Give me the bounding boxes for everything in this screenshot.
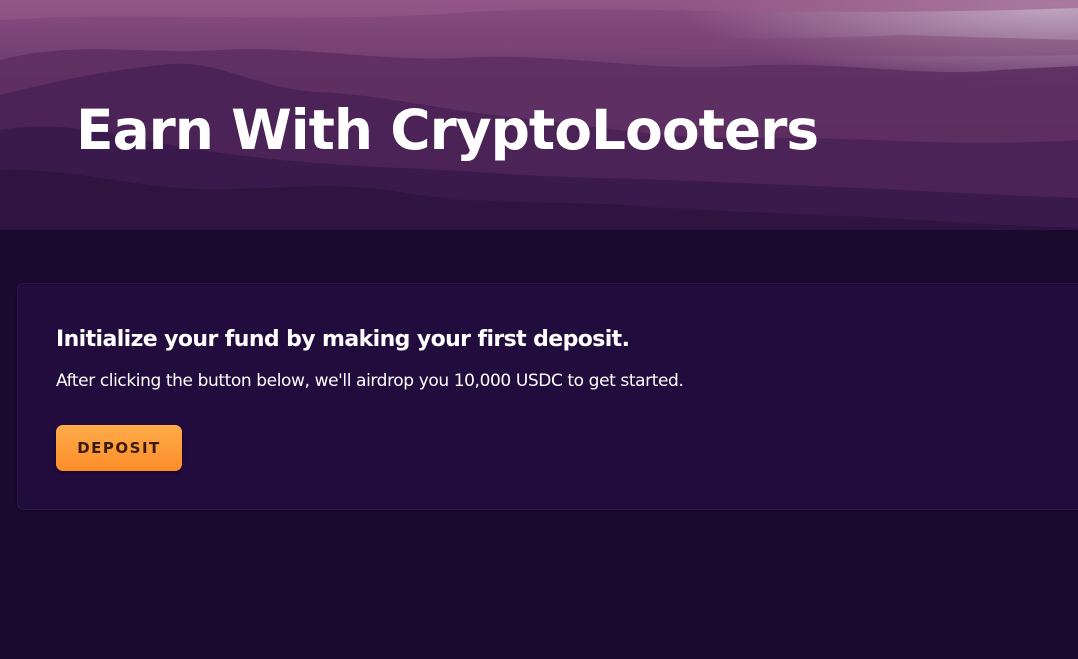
deposit-card-heading: Initialize your fund by making your firs… <box>56 327 630 352</box>
deposit-card: Initialize your fund by making your firs… <box>17 283 1078 510</box>
page: Earn With CryptoLooters Initialize your … <box>0 0 1078 659</box>
hero-banner: Earn With CryptoLooters <box>0 0 1078 230</box>
page-title: Earn With CryptoLooters <box>76 98 819 162</box>
deposit-button[interactable]: DEPOSIT <box>56 425 182 471</box>
deposit-card-description: After clicking the button below, we'll a… <box>56 371 684 391</box>
